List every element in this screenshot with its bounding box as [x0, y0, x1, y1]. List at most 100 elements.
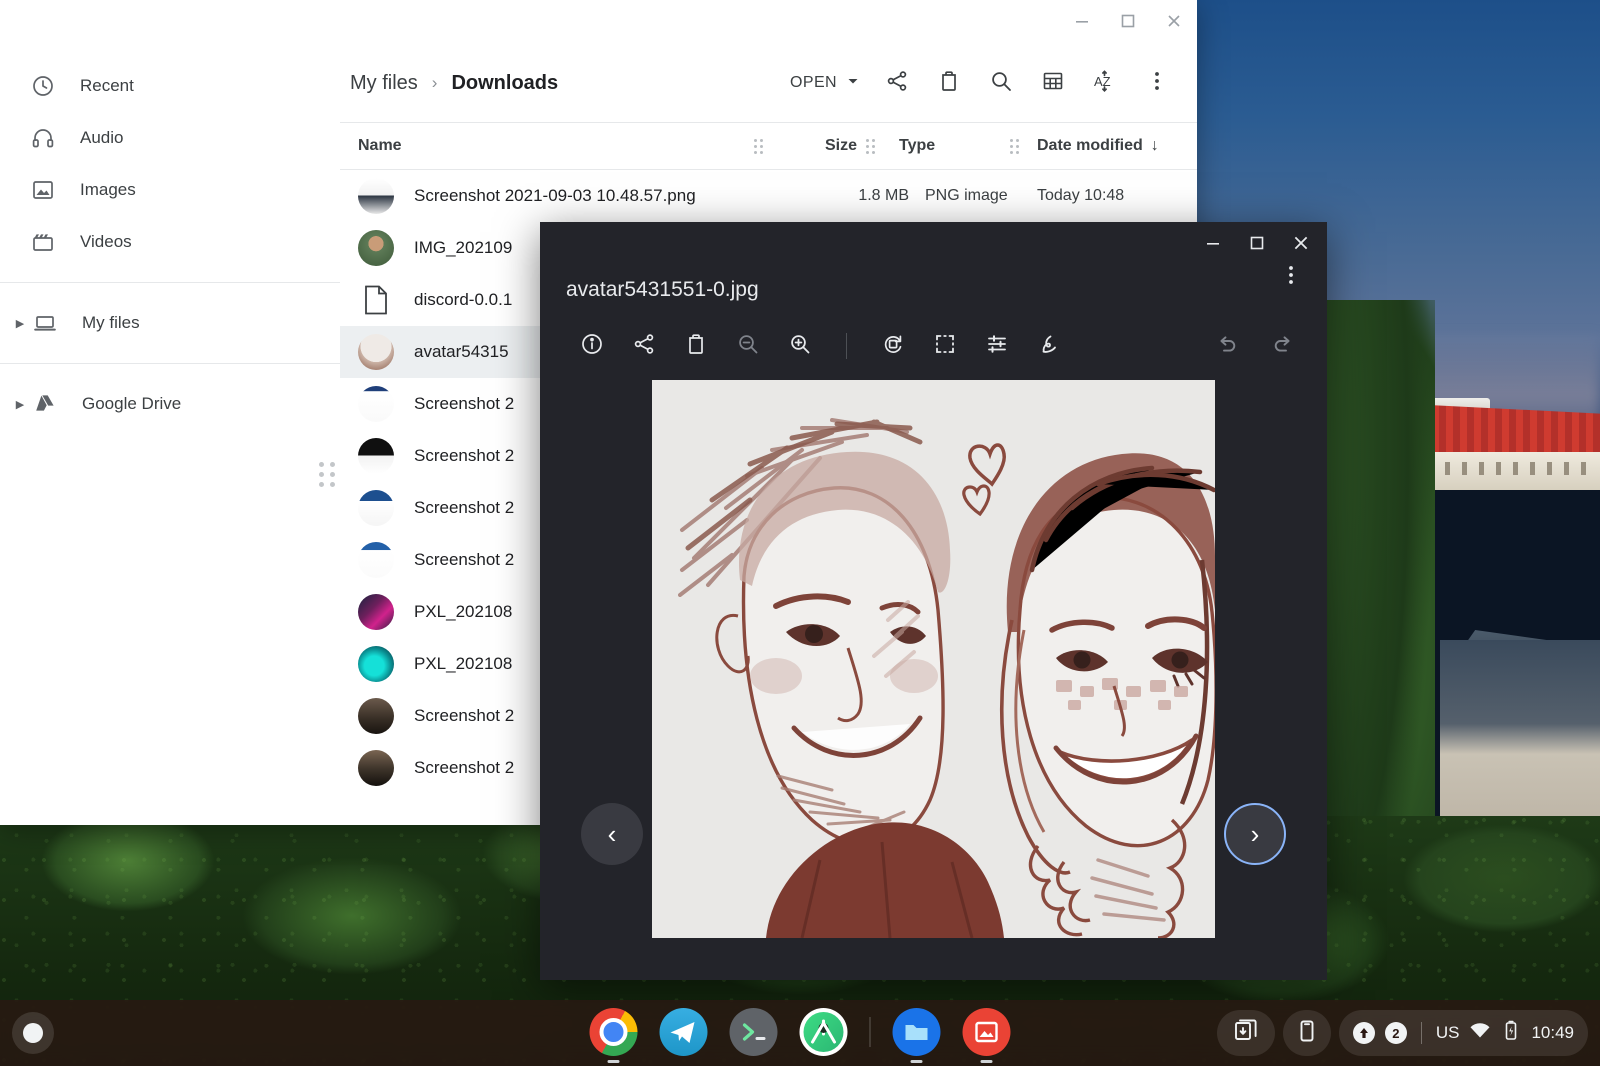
- more-vertical-icon: [1146, 70, 1168, 97]
- breadcrumb-separator-icon: ›: [431, 73, 438, 92]
- close-icon[interactable]: [1151, 0, 1197, 42]
- screen-capture-button[interactable]: [1216, 1010, 1275, 1056]
- file-thumbnail: [358, 646, 394, 682]
- rotate-button[interactable]: [869, 322, 917, 370]
- video-icon: [30, 229, 56, 255]
- delete-button[interactable]: [925, 59, 973, 107]
- delete-button[interactable]: [672, 322, 720, 370]
- shelf-app-telegram[interactable]: [659, 1008, 708, 1056]
- redo-button[interactable]: [1259, 322, 1307, 370]
- file-thumbnail: [358, 230, 394, 266]
- share-icon: [885, 69, 909, 98]
- phone-hub-button[interactable]: [1282, 1010, 1331, 1056]
- breadcrumb-current[interactable]: Downloads: [451, 72, 558, 95]
- file-name: Screenshot 2021-09-03 10.48.57.png: [414, 186, 696, 205]
- file-size: 1.8 MB: [858, 187, 909, 204]
- status-area[interactable]: 2 US 10:49: [1338, 1010, 1588, 1056]
- shelf-app-android-studio[interactable]: [799, 1008, 848, 1056]
- file-type: PNG image: [925, 187, 1008, 204]
- chromeos-shelf: 2 US 10:49: [0, 1000, 1600, 1066]
- breadcrumb[interactable]: My files › Downloads: [350, 72, 558, 95]
- running-indicator: [607, 1060, 620, 1063]
- android-studio-icon: [811, 1019, 836, 1044]
- more-button[interactable]: [1133, 59, 1181, 107]
- tray-divider: [1420, 1022, 1422, 1044]
- files-titlebar[interactable]: [0, 0, 1197, 44]
- sidebar-item-images[interactable]: Images: [0, 164, 340, 216]
- next-image-button[interactable]: ›: [1224, 803, 1286, 865]
- files-window-controls: [1059, 0, 1197, 42]
- column-header-name[interactable]: Name: [340, 137, 745, 155]
- shelf-app-terminal[interactable]: [729, 1008, 778, 1056]
- file-thumbnail: [358, 542, 394, 578]
- file-thumbnail: [358, 594, 394, 630]
- chevron-down-icon[interactable]: [847, 74, 859, 92]
- open-button[interactable]: OPEN: [780, 66, 869, 100]
- annotate-button[interactable]: [1025, 322, 1073, 370]
- undo-button[interactable]: [1203, 322, 1251, 370]
- crop-icon: [933, 332, 957, 361]
- column-resize-handle[interactable]: [1001, 138, 1027, 154]
- search-button[interactable]: [977, 59, 1025, 107]
- sort-az-icon: AZ: [1092, 68, 1118, 99]
- phone-hub-icon: [1295, 1019, 1319, 1048]
- maximize-icon[interactable]: [1235, 222, 1279, 264]
- column-resize-handle[interactable]: [857, 138, 883, 154]
- sidebar-resize-handle[interactable]: [318, 459, 336, 489]
- sidebar-item-google-drive[interactable]: ▶ Google Drive: [0, 378, 340, 430]
- viewer-titlebar[interactable]: [540, 222, 1327, 264]
- column-resize-handle[interactable]: [745, 138, 771, 154]
- breadcrumb-root[interactable]: My files: [350, 72, 418, 95]
- column-header-type[interactable]: Type: [883, 137, 1001, 155]
- sidebar-item-my-files[interactable]: ▶ My files: [0, 297, 340, 349]
- zoom-in-button[interactable]: [776, 322, 824, 370]
- adjust-button[interactable]: [973, 322, 1021, 370]
- sidebar-item-label: My files: [82, 313, 140, 332]
- table-row[interactable]: Screenshot 2021-09-03 10.48.57.png 1.8 M…: [340, 170, 1197, 222]
- file-thumbnail: [358, 750, 394, 786]
- chrome-icon-center: [599, 1018, 628, 1046]
- file-thumbnail: [358, 334, 394, 370]
- zoom-out-icon: [736, 332, 760, 361]
- sidebar-item-label: Images: [80, 180, 136, 199]
- share-icon: [632, 332, 656, 361]
- open-button-label: OPEN: [790, 74, 837, 91]
- previous-image-button[interactable]: ‹: [581, 803, 643, 865]
- chevron-right-icon[interactable]: ▶: [12, 398, 28, 411]
- share-button[interactable]: [620, 322, 668, 370]
- sort-button[interactable]: AZ: [1081, 59, 1129, 107]
- sidebar-item-audio[interactable]: Audio: [0, 112, 340, 164]
- column-header-date-modified[interactable]: Date modified ↓: [1027, 137, 1197, 155]
- share-button[interactable]: [873, 59, 921, 107]
- shelf-app-gallery[interactable]: [962, 1008, 1011, 1063]
- maximize-icon[interactable]: [1105, 0, 1151, 42]
- file-thumbnail: [358, 698, 394, 734]
- sidebar-item-videos[interactable]: Videos: [0, 216, 340, 268]
- running-indicator: [980, 1060, 993, 1063]
- launcher-button[interactable]: [12, 1012, 54, 1054]
- column-header-size[interactable]: Size: [771, 137, 857, 155]
- crop-button[interactable]: [921, 322, 969, 370]
- shelf-app-files[interactable]: [892, 1008, 941, 1063]
- sidebar-divider-1: [0, 282, 340, 283]
- headphones-icon: [30, 125, 56, 151]
- clock-label: 10:49: [1531, 1023, 1574, 1042]
- viewer-filename-bar: avatar5431551-0.jpg: [540, 264, 1327, 302]
- info-button[interactable]: [568, 322, 616, 370]
- sidebar-item-recent[interactable]: Recent: [0, 60, 340, 112]
- minimize-icon[interactable]: [1059, 0, 1105, 42]
- telegram-icon: [670, 1022, 695, 1043]
- grid-icon: [1041, 69, 1065, 98]
- laptop-icon: [32, 310, 58, 336]
- zoom-in-icon: [788, 332, 812, 361]
- file-table-header: Name Size Type Date modified ↓: [340, 122, 1197, 170]
- zoom-out-button[interactable]: [724, 322, 772, 370]
- view-toggle-button[interactable]: [1029, 59, 1077, 107]
- viewer-more-button[interactable]: [1269, 256, 1313, 300]
- sidebar-item-label: Recent: [80, 76, 134, 95]
- viewed-image[interactable]: [652, 380, 1215, 938]
- chevron-right-icon[interactable]: ▶: [12, 317, 28, 330]
- minimize-icon[interactable]: [1191, 222, 1235, 264]
- shelf-app-chrome[interactable]: [589, 1008, 638, 1063]
- launcher-icon: [23, 1023, 43, 1043]
